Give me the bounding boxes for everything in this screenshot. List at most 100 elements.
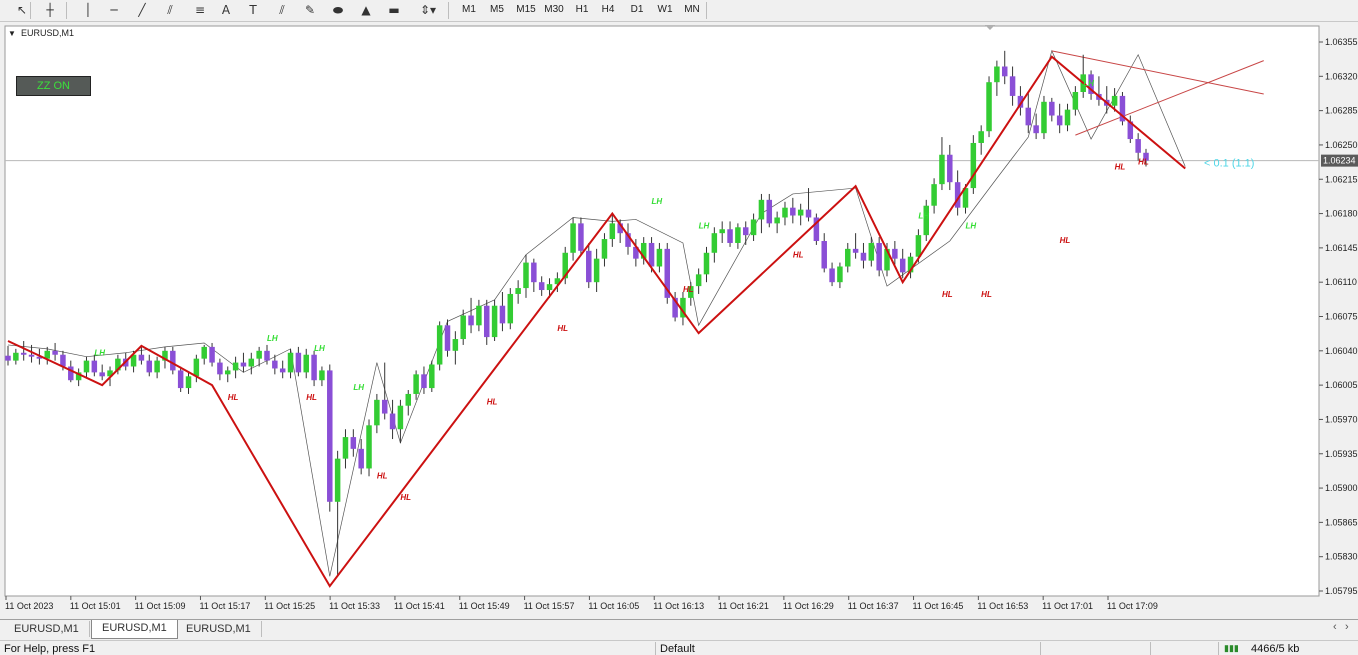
candle-body bbox=[774, 217, 780, 224]
y-tick-label: 1.06320 bbox=[1325, 71, 1358, 81]
x-tick-label: 11 Oct 16:37 bbox=[848, 601, 899, 611]
candle-body bbox=[695, 274, 702, 287]
candle-body bbox=[947, 154, 953, 183]
candle-body bbox=[1135, 139, 1141, 153]
chart-tabs: EURUSD,M1 EURUSD,M1 EURUSD,M1 ‹ › bbox=[0, 619, 1358, 639]
chart-tab-1[interactable]: EURUSD,M1 bbox=[4, 621, 90, 637]
status-traffic: 4466/5 kb bbox=[1251, 643, 1300, 655]
x-tick-label: 11 Oct 16:53 bbox=[977, 601, 1028, 611]
hl-label: HL bbox=[1115, 162, 1126, 171]
candle-body bbox=[209, 346, 215, 363]
candle-body bbox=[1064, 109, 1071, 126]
candle-body bbox=[405, 393, 412, 406]
text-label-icon[interactable]: T bbox=[243, 2, 263, 18]
candle-body bbox=[99, 372, 105, 377]
candle-body bbox=[193, 358, 200, 377]
lh-label: LH bbox=[314, 344, 325, 353]
chart-menu-caret-icon[interactable]: ▼ bbox=[8, 29, 16, 38]
candle-body bbox=[20, 352, 27, 355]
timeframe-m30-button[interactable]: M30 bbox=[540, 2, 568, 18]
lh-label: LH bbox=[1083, 79, 1094, 88]
timeframe-m15-button[interactable]: M15 bbox=[512, 2, 540, 18]
timeframe-m5-button[interactable]: M5 bbox=[487, 2, 507, 18]
hl-label: HL bbox=[1060, 236, 1071, 245]
candle-body bbox=[1111, 95, 1118, 106]
candle-body bbox=[225, 370, 231, 375]
candle-body bbox=[138, 354, 145, 361]
candle-body bbox=[601, 239, 608, 259]
candle-body bbox=[91, 360, 98, 373]
zz-toggle-button[interactable]: ZZ ON bbox=[16, 76, 91, 96]
triangle-icon[interactable]: ▲ bbox=[356, 2, 376, 18]
hatched-lines-icon[interactable]: ⫽ bbox=[272, 2, 292, 18]
tab-scroll-left-icon[interactable]: ‹ bbox=[1333, 621, 1337, 633]
candle-body bbox=[758, 199, 765, 220]
vertical-line-icon[interactable]: │ bbox=[78, 2, 98, 18]
candle-body bbox=[797, 209, 804, 216]
timeframe-d1-button[interactable]: D1 bbox=[627, 2, 647, 18]
horizontal-line-icon[interactable]: ─ bbox=[104, 2, 124, 18]
candle-body bbox=[248, 358, 255, 367]
candle-body bbox=[287, 352, 294, 373]
lh-label: LH bbox=[267, 334, 278, 343]
candle-body bbox=[703, 252, 710, 275]
equidistant-channel-icon[interactable]: ⫽ bbox=[160, 2, 180, 18]
y-tick-label: 1.06215 bbox=[1325, 174, 1358, 184]
trendline-icon[interactable]: ╱ bbox=[132, 2, 152, 18]
fibonacci-icon[interactable]: ≡ bbox=[190, 2, 210, 18]
candle-body bbox=[656, 248, 663, 267]
candle-body bbox=[366, 425, 372, 469]
y-tick-label: 1.06145 bbox=[1325, 243, 1358, 253]
candle-body bbox=[240, 362, 247, 367]
current-price-label: 1.06234 bbox=[1323, 156, 1356, 166]
y-tick-label: 1.06285 bbox=[1325, 106, 1358, 116]
ellipse-icon[interactable]: ⬬ bbox=[328, 2, 348, 18]
candle-body bbox=[264, 350, 270, 361]
timeframe-mn-button[interactable]: MN bbox=[682, 2, 702, 18]
tab-scroll-right-icon[interactable]: › bbox=[1345, 621, 1349, 633]
chart-tab-3[interactable]: EURUSD,M1 bbox=[176, 621, 262, 637]
timeframe-w1-button[interactable]: W1 bbox=[655, 2, 675, 18]
candle-body bbox=[970, 142, 977, 189]
candle-body bbox=[429, 364, 435, 389]
arrow-pen-icon[interactable]: ✎ bbox=[300, 2, 320, 18]
y-tick-label: 1.06005 bbox=[1325, 380, 1358, 390]
candle-body bbox=[978, 131, 984, 143]
arrows-menu-icon[interactable]: ⇕▾ bbox=[418, 2, 438, 18]
candle-body bbox=[436, 325, 443, 365]
candle-body bbox=[279, 368, 286, 373]
x-tick-label: 11 Oct 15:33 bbox=[329, 601, 380, 611]
text-icon[interactable]: A bbox=[216, 2, 236, 18]
candle-body bbox=[201, 346, 207, 359]
candle-body bbox=[1009, 76, 1016, 96]
cursor-icon[interactable]: ↖ bbox=[12, 2, 32, 18]
hl-label: HL bbox=[981, 290, 992, 299]
hl-label: HL bbox=[377, 471, 388, 480]
timeframe-h4-button[interactable]: H4 bbox=[598, 2, 618, 18]
candle-body bbox=[876, 242, 882, 271]
candle-body bbox=[915, 235, 922, 257]
crosshair-icon[interactable]: ┼ bbox=[40, 2, 60, 18]
y-tick-label: 1.05970 bbox=[1325, 414, 1358, 424]
rectangle-icon[interactable]: ▬ bbox=[384, 2, 404, 18]
status-profile: Default bbox=[660, 643, 695, 655]
candle-body bbox=[217, 362, 223, 375]
chart[interactable]: < 0.1 (1.1) LH LH LH LH LH LH LH LH LH HL HL HL HL HL… bbox=[0, 22, 1358, 618]
hl-label: HL bbox=[306, 393, 317, 402]
candle-body bbox=[805, 209, 812, 218]
chart-tab-2[interactable]: EURUSD,M1 bbox=[91, 620, 178, 639]
timeframe-h1-button[interactable]: H1 bbox=[572, 2, 592, 18]
x-tick-label: 11 Oct 15:49 bbox=[459, 601, 510, 611]
candle-body bbox=[389, 413, 396, 430]
candle-body bbox=[821, 241, 827, 269]
candle-body bbox=[868, 242, 875, 261]
candle-body bbox=[931, 184, 937, 206]
candle-body bbox=[1033, 125, 1039, 134]
timeframe-m1-button[interactable]: M1 bbox=[459, 2, 479, 18]
candle-body bbox=[648, 242, 655, 267]
candle-body bbox=[852, 248, 859, 253]
candle-body bbox=[146, 360, 153, 373]
candle-body bbox=[578, 223, 584, 251]
candle-body bbox=[232, 362, 239, 371]
candle-body bbox=[586, 250, 592, 283]
